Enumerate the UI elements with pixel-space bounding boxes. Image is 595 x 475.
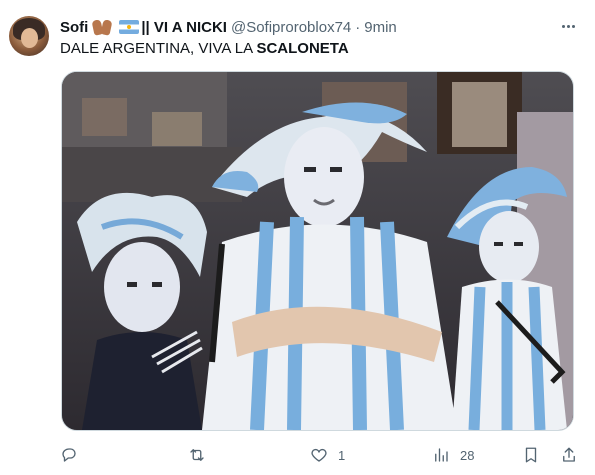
more-options-button[interactable] xyxy=(556,16,580,36)
reply-icon xyxy=(62,448,76,462)
more-dot-icon xyxy=(571,24,575,28)
user-handle[interactable]: @Sofiproroblox74 xyxy=(231,19,351,36)
tweet-text-bold: SCALONETA xyxy=(256,40,349,57)
timestamp[interactable]: 9min xyxy=(364,19,397,36)
tweet-text-main: DALE ARGENTINA, VIVA LA xyxy=(60,40,257,57)
share-icon xyxy=(563,447,575,462)
bookmark-button[interactable] xyxy=(522,442,540,468)
like-count: 1 xyxy=(338,447,346,463)
heart-icon xyxy=(311,448,327,462)
views-bar-icon xyxy=(435,448,448,462)
tweet-text: DALE ARGENTINA, VIVA LA SCALONETA xyxy=(60,39,349,59)
more-dot-icon xyxy=(561,24,565,28)
reply-button[interactable] xyxy=(60,442,88,468)
tweet[interactable]: Sofi || VI A NICKI @Sofiproroblox74 · 9m… xyxy=(0,0,595,475)
tweet-actions: 1 28 xyxy=(60,442,580,468)
photo-illustration xyxy=(62,72,573,430)
tweet-header: Sofi || VI A NICKI @Sofiproroblox74 · 9m… xyxy=(60,17,397,37)
retweet-icon xyxy=(190,449,204,461)
argentina-flag-emoji xyxy=(116,20,140,34)
separator-dot: · xyxy=(355,18,361,36)
like-button[interactable]: 1 xyxy=(310,442,345,468)
bookmark-icon xyxy=(525,447,537,463)
retweet-button[interactable] xyxy=(188,442,216,468)
views-count: 28 xyxy=(460,447,475,463)
tweet-photo[interactable] xyxy=(61,71,574,431)
views-button[interactable]: 28 xyxy=(432,442,474,468)
display-name-suffix[interactable]: || VI A NICKI xyxy=(141,19,227,36)
avatar[interactable] xyxy=(9,16,49,56)
avatar-face xyxy=(21,28,38,48)
display-name[interactable]: Sofi xyxy=(60,19,88,36)
more-dot-icon xyxy=(566,24,570,28)
pinched-fingers-emoji xyxy=(91,20,113,35)
share-button[interactable] xyxy=(560,442,578,468)
